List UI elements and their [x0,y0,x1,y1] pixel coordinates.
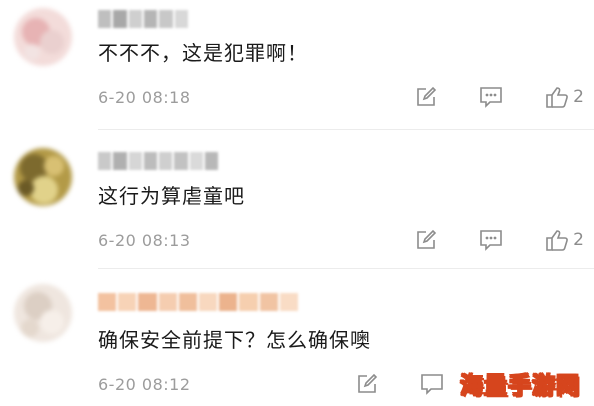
reply-icon [420,373,444,395]
username-blurred[interactable] [98,152,218,170]
comment-time: 6-20 08:18 [98,88,191,107]
avatar[interactable] [14,8,72,66]
comment-text: 这行为算虐童吧 [98,184,245,208]
username-blurred[interactable] [98,10,188,28]
like-button[interactable]: 2 [545,86,584,108]
edit-icon [415,229,437,251]
edit-button[interactable] [356,373,378,395]
comment-time: 6-20 08:13 [98,231,191,250]
comment-text: 确保安全前提下？怎么确保噢 [98,328,371,352]
reply-button[interactable] [479,86,503,108]
reply-icon [479,229,503,251]
avatar[interactable] [14,284,72,342]
reply-button[interactable] [420,373,444,395]
edit-button[interactable] [415,229,437,251]
comment-actions [314,373,444,395]
comment-text: 不不不，这是犯罪啊！ [98,41,308,65]
comment-item: 不不不，这是犯罪啊！ 6-20 08:18 2 [0,0,594,130]
edit-icon [356,373,378,395]
comment-actions: 2 [373,86,584,108]
reply-button[interactable] [479,229,503,251]
edit-button[interactable] [415,86,437,108]
comment-actions: 2 [373,229,584,251]
like-icon [545,86,569,108]
username-blurred[interactable] [98,293,299,311]
like-icon [545,229,569,251]
like-button[interactable]: 2 [545,229,584,251]
like-count: 2 [573,87,584,107]
like-count: 2 [573,230,584,250]
edit-icon [415,86,437,108]
watermark-logo: 海量手游网 [460,373,580,400]
comment-item: 这行为算虐童吧 6-20 08:13 2 [0,130,594,269]
comment-time: 6-20 08:12 [98,375,191,394]
reply-icon [479,86,503,108]
avatar[interactable] [14,148,72,206]
